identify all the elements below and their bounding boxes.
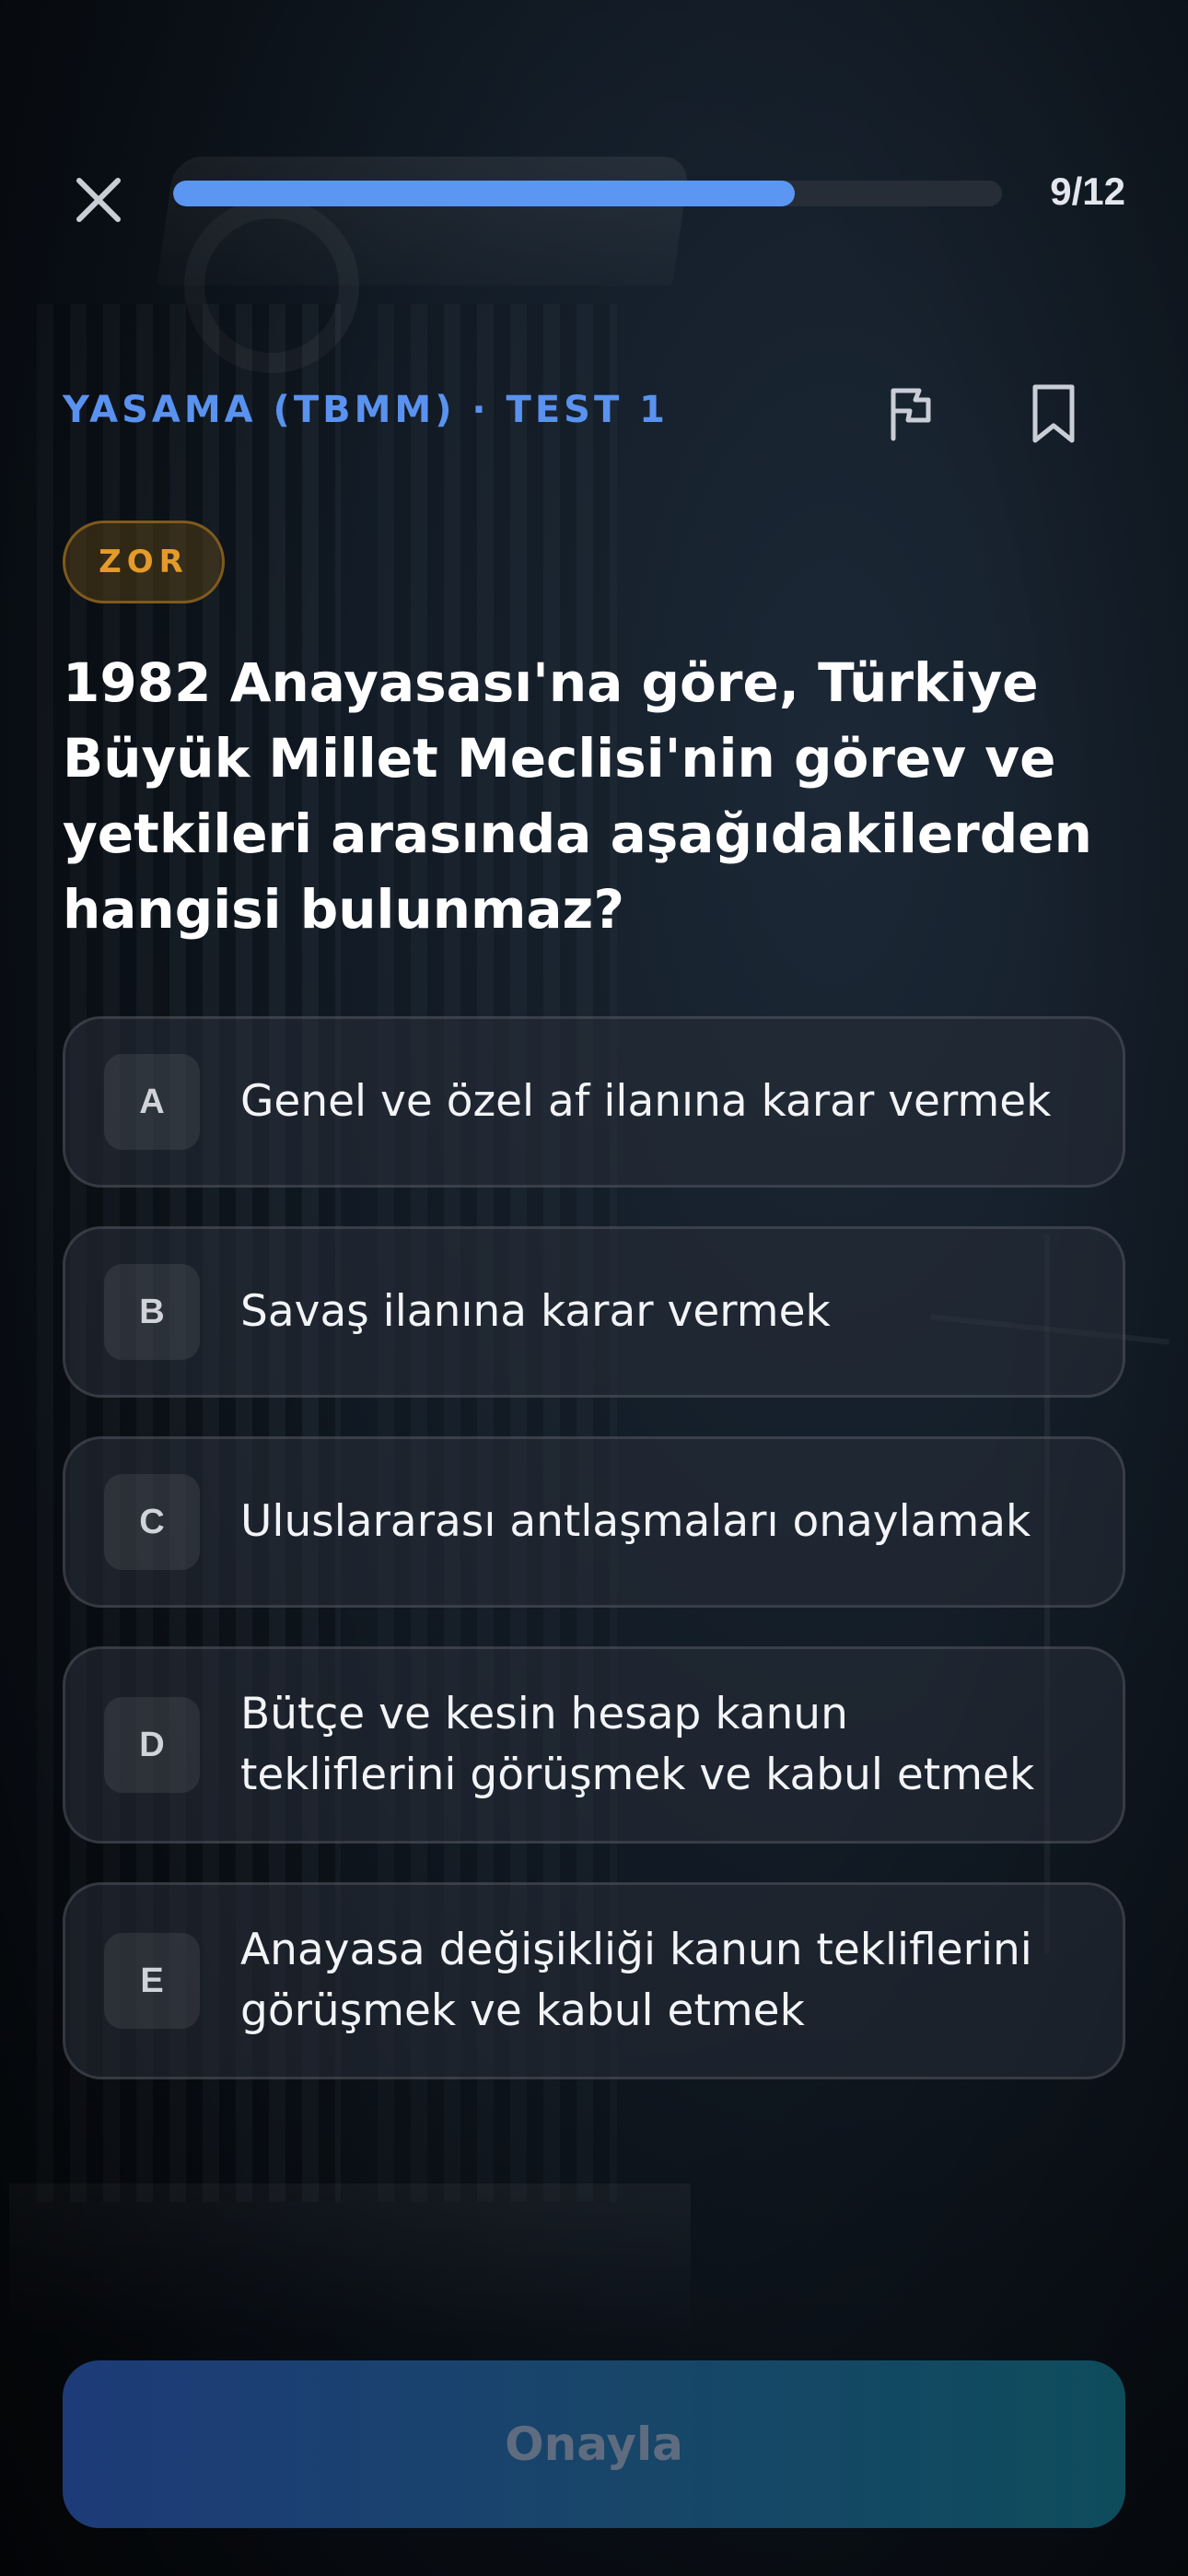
report-flag-button[interactable] xyxy=(873,378,947,451)
difficulty-badge: ZOR xyxy=(63,521,225,603)
option-text: Anayasa değişikliği kanun tekliflerini g… xyxy=(240,1925,1032,2036)
option-b[interactable]: B Savaş ilanına karar vermek xyxy=(63,1226,1125,1398)
breadcrumb: YASAMA (TBMM) · TEST 1 xyxy=(63,389,669,431)
option-a[interactable]: A Genel ve özel af ilanına karar vermek xyxy=(63,1016,1125,1188)
option-letter: A xyxy=(104,1054,200,1150)
option-letter: C xyxy=(104,1474,200,1570)
option-text: Savaş ilanına karar vermek xyxy=(240,1286,831,1337)
quiz-top-bar: 9/12 xyxy=(0,157,1188,230)
bookmark-icon xyxy=(1032,384,1075,443)
flag-icon xyxy=(891,388,931,441)
option-text: Uluslararası antlaşmaları onaylamak xyxy=(240,1496,1031,1547)
bookmark-button[interactable] xyxy=(1017,378,1090,451)
option-c[interactable]: C Uluslararası antlaşmaları onaylamak xyxy=(63,1436,1125,1608)
answer-options: A Genel ve özel af ilanına karar vermek … xyxy=(63,1016,1125,2118)
progress-fill xyxy=(173,181,795,206)
progress-counter: 9/12 xyxy=(1050,170,1125,213)
option-text: Genel ve özel af ilanına karar vermek xyxy=(240,1076,1052,1127)
progress-bar xyxy=(173,181,1002,206)
question-text: 1982 Anayasası'na göre, Türkiye Büyük Mi… xyxy=(63,651,1092,941)
option-text: Bütçe ve kesin hesap kanun tekliflerini … xyxy=(240,1689,1035,1800)
option-d[interactable]: D Bütçe ve kesin hesap kanun tekliflerin… xyxy=(63,1646,1125,1844)
option-letter: B xyxy=(104,1264,200,1360)
close-icon xyxy=(76,178,121,222)
question-meta-row: YASAMA (TBMM) · TEST 1 xyxy=(63,378,1131,443)
option-e[interactable]: E Anayasa değişikliği kanun tekliflerini… xyxy=(63,1882,1125,2079)
close-button[interactable] xyxy=(66,168,131,232)
option-letter: D xyxy=(104,1697,200,1793)
confirm-button[interactable]: Onayla xyxy=(63,2360,1125,2528)
option-letter: E xyxy=(104,1933,200,2029)
